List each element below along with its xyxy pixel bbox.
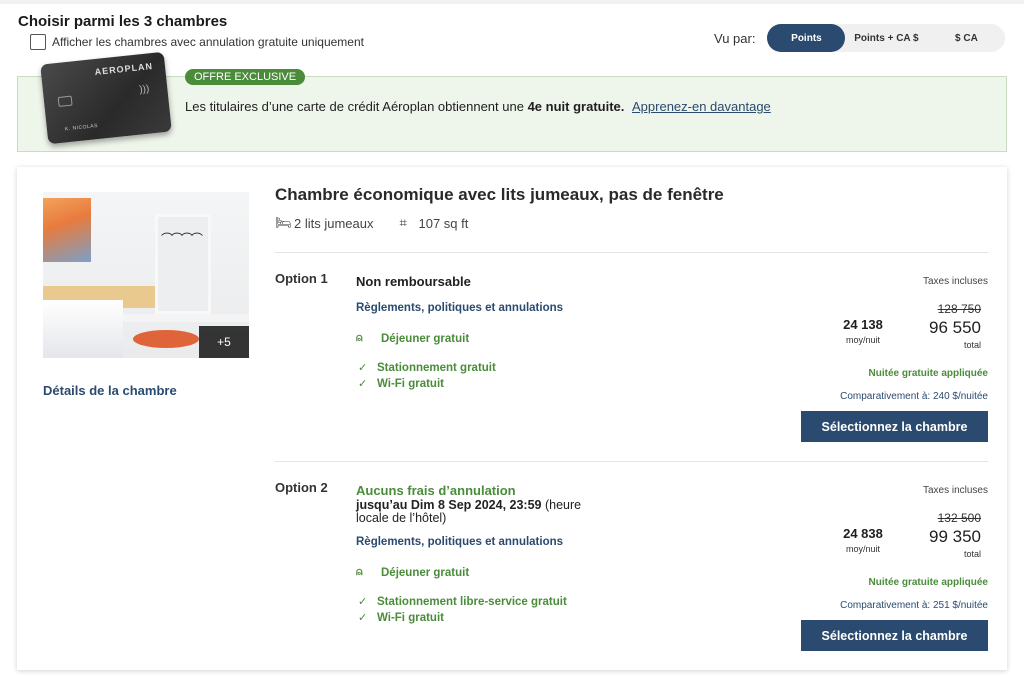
- room-photo[interactable]: ⌒⌒⌒⌒ +5: [43, 192, 249, 358]
- option-2-heading: Aucuns frais d’annulation: [356, 483, 516, 498]
- photo-stool: [133, 330, 199, 348]
- card-brand-logo: AEROPLAN: [94, 60, 154, 78]
- card-chip-icon: [57, 95, 73, 107]
- amenity-label: Wi-Fi gratuit: [377, 611, 444, 624]
- photo-bed: [43, 300, 123, 358]
- breakfast-label: Déjeuner gratuit: [381, 566, 470, 579]
- toggle-points-cash[interactable]: Points + CA $: [845, 24, 927, 52]
- learn-more-link[interactable]: Apprenez-en davantage: [632, 99, 771, 114]
- breakfast-icon: ⍝: [356, 566, 363, 578]
- top-divider: [0, 0, 1024, 4]
- rooms-heading: Choisir parmi les 3 chambres: [18, 13, 228, 30]
- option-1-amenity: ✓ Wi-Fi gratuit: [358, 377, 444, 391]
- exclusive-offer-badge: OFFRE EXCLUSIVE: [185, 69, 306, 85]
- option-2-taxes: Taxes incluses: [922, 485, 988, 496]
- option-1-policy-link[interactable]: Règlements, politiques et annulations: [356, 302, 563, 314]
- option-1-free-night: Nuitée gratuite appliquée: [868, 368, 988, 379]
- amenity-label: Stationnement libre-service gratuit: [377, 595, 567, 608]
- option-2-label: Option 2: [275, 480, 328, 495]
- option-2-amenity: ✓ Wi-Fi gratuit: [358, 611, 444, 625]
- divider: [275, 461, 988, 462]
- option-1-heading: Non remboursable: [356, 274, 471, 289]
- check-icon: ✓: [358, 596, 368, 608]
- total-label: total: [963, 549, 981, 559]
- option-2-free-night: Nuitée gratuite appliquée: [868, 577, 988, 588]
- per-night-points: 24 838: [843, 526, 883, 541]
- option-1-label: Option 1: [275, 271, 328, 286]
- total-label: total: [963, 340, 981, 350]
- original-total: 128 750: [937, 302, 981, 316]
- promo-text-main: Les titulaires d’une carte de crédit Aér…: [185, 99, 528, 114]
- check-icon: ✓: [358, 612, 368, 624]
- cancel-deadline-date: jusqu’au Dim 8 Sep 2024, 23:59: [356, 498, 542, 512]
- contactless-icon: ))): [138, 83, 150, 96]
- option-2-price: 132 500 99 350 total: [929, 511, 981, 559]
- toggle-cash[interactable]: $ CA: [927, 24, 1005, 52]
- breakfast-icon: ⍝: [356, 332, 363, 344]
- option-1-taxes: Taxes incluses: [922, 276, 988, 287]
- option-2-cancel-deadline: jusqu’au Dim 8 Sep 2024, 23:59 (heure lo…: [356, 499, 596, 525]
- room-attributes: 🛏︎ 2 lits jumeaux ⌗ 107 sq ft: [275, 215, 468, 231]
- breakfast-label: Déjeuner gratuit: [381, 332, 470, 345]
- per-night-unit: moy/nuit: [845, 544, 880, 554]
- option-1-compare: Comparativement à: 240 $/nuitée: [840, 391, 988, 402]
- free-cancellation-checkbox[interactable]: [30, 34, 46, 50]
- amenity-label: Wi-Fi gratuit: [377, 377, 444, 390]
- more-photos-count[interactable]: +5: [199, 326, 249, 358]
- original-total: 132 500: [937, 511, 981, 525]
- bed-type: 2 lits jumeaux: [294, 215, 374, 231]
- crop-icon: ⌗: [399, 215, 407, 230]
- promo-text: Les titulaires d’une carte de crédit Aér…: [185, 99, 771, 114]
- option-2-select-button[interactable]: Sélectionnez la chambre: [801, 620, 988, 651]
- currency-toggle: Points Points + CA $ $ CA: [767, 24, 1006, 52]
- option-2-policy-link[interactable]: Règlements, politiques et annulations: [356, 536, 563, 548]
- promo-text-bold: 4e nuit gratuite.: [527, 99, 625, 114]
- per-night-unit: moy/nuit: [845, 335, 880, 345]
- photo-shelf: [155, 214, 211, 314]
- view-by-control: Vu par: Points Points + CA $ $ CA: [714, 24, 1006, 52]
- free-cancellation-label: Afficher les chambres avec annulation gr…: [52, 35, 364, 49]
- amenity-label: Stationnement gratuit: [377, 361, 496, 374]
- option-2-breakfast: ⍝ Déjeuner gratuit: [356, 566, 469, 579]
- bed-icon: 🛏︎: [275, 215, 292, 230]
- per-night-points: 24 138: [843, 317, 883, 332]
- option-2-compare: Comparativement à: 251 $/nuitée: [840, 600, 988, 611]
- photo-desk: [123, 314, 249, 322]
- discounted-total: 96 550: [929, 318, 981, 337]
- card-holder-name: K. NICOLAS: [64, 123, 99, 133]
- photo-hangers: ⌒⌒⌒⌒: [161, 232, 203, 246]
- discounted-total: 99 350: [929, 527, 981, 546]
- option-1-per-night: 24 138 moy/nuit: [828, 317, 898, 345]
- view-by-label: Vu par:: [714, 30, 756, 46]
- photo-artwork: [43, 198, 91, 262]
- free-cancellation-filter[interactable]: Afficher les chambres avec annulation gr…: [30, 34, 364, 50]
- room-title: Chambre économique avec lits jumeaux, pa…: [275, 185, 724, 204]
- room-details-link[interactable]: Détails de la chambre: [43, 383, 177, 398]
- aeroplan-card-image: AEROPLAN ))) K. NICOLAS: [40, 51, 172, 145]
- option-1-select-button[interactable]: Sélectionnez la chambre: [801, 411, 988, 442]
- check-icon: ✓: [358, 378, 368, 390]
- option-1-price: 128 750 96 550 total: [929, 302, 981, 350]
- option-1-amenity: ✓ Stationnement gratuit: [358, 361, 496, 375]
- check-icon: ✓: [358, 362, 368, 374]
- toggle-points[interactable]: Points: [767, 24, 846, 52]
- divider: [275, 252, 988, 253]
- option-2-per-night: 24 838 moy/nuit: [828, 526, 898, 554]
- option-1-breakfast: ⍝ Déjeuner gratuit: [356, 332, 469, 345]
- room-size: 107 sq ft: [418, 215, 469, 231]
- option-2-amenity: ✓ Stationnement libre-service gratuit: [358, 595, 567, 609]
